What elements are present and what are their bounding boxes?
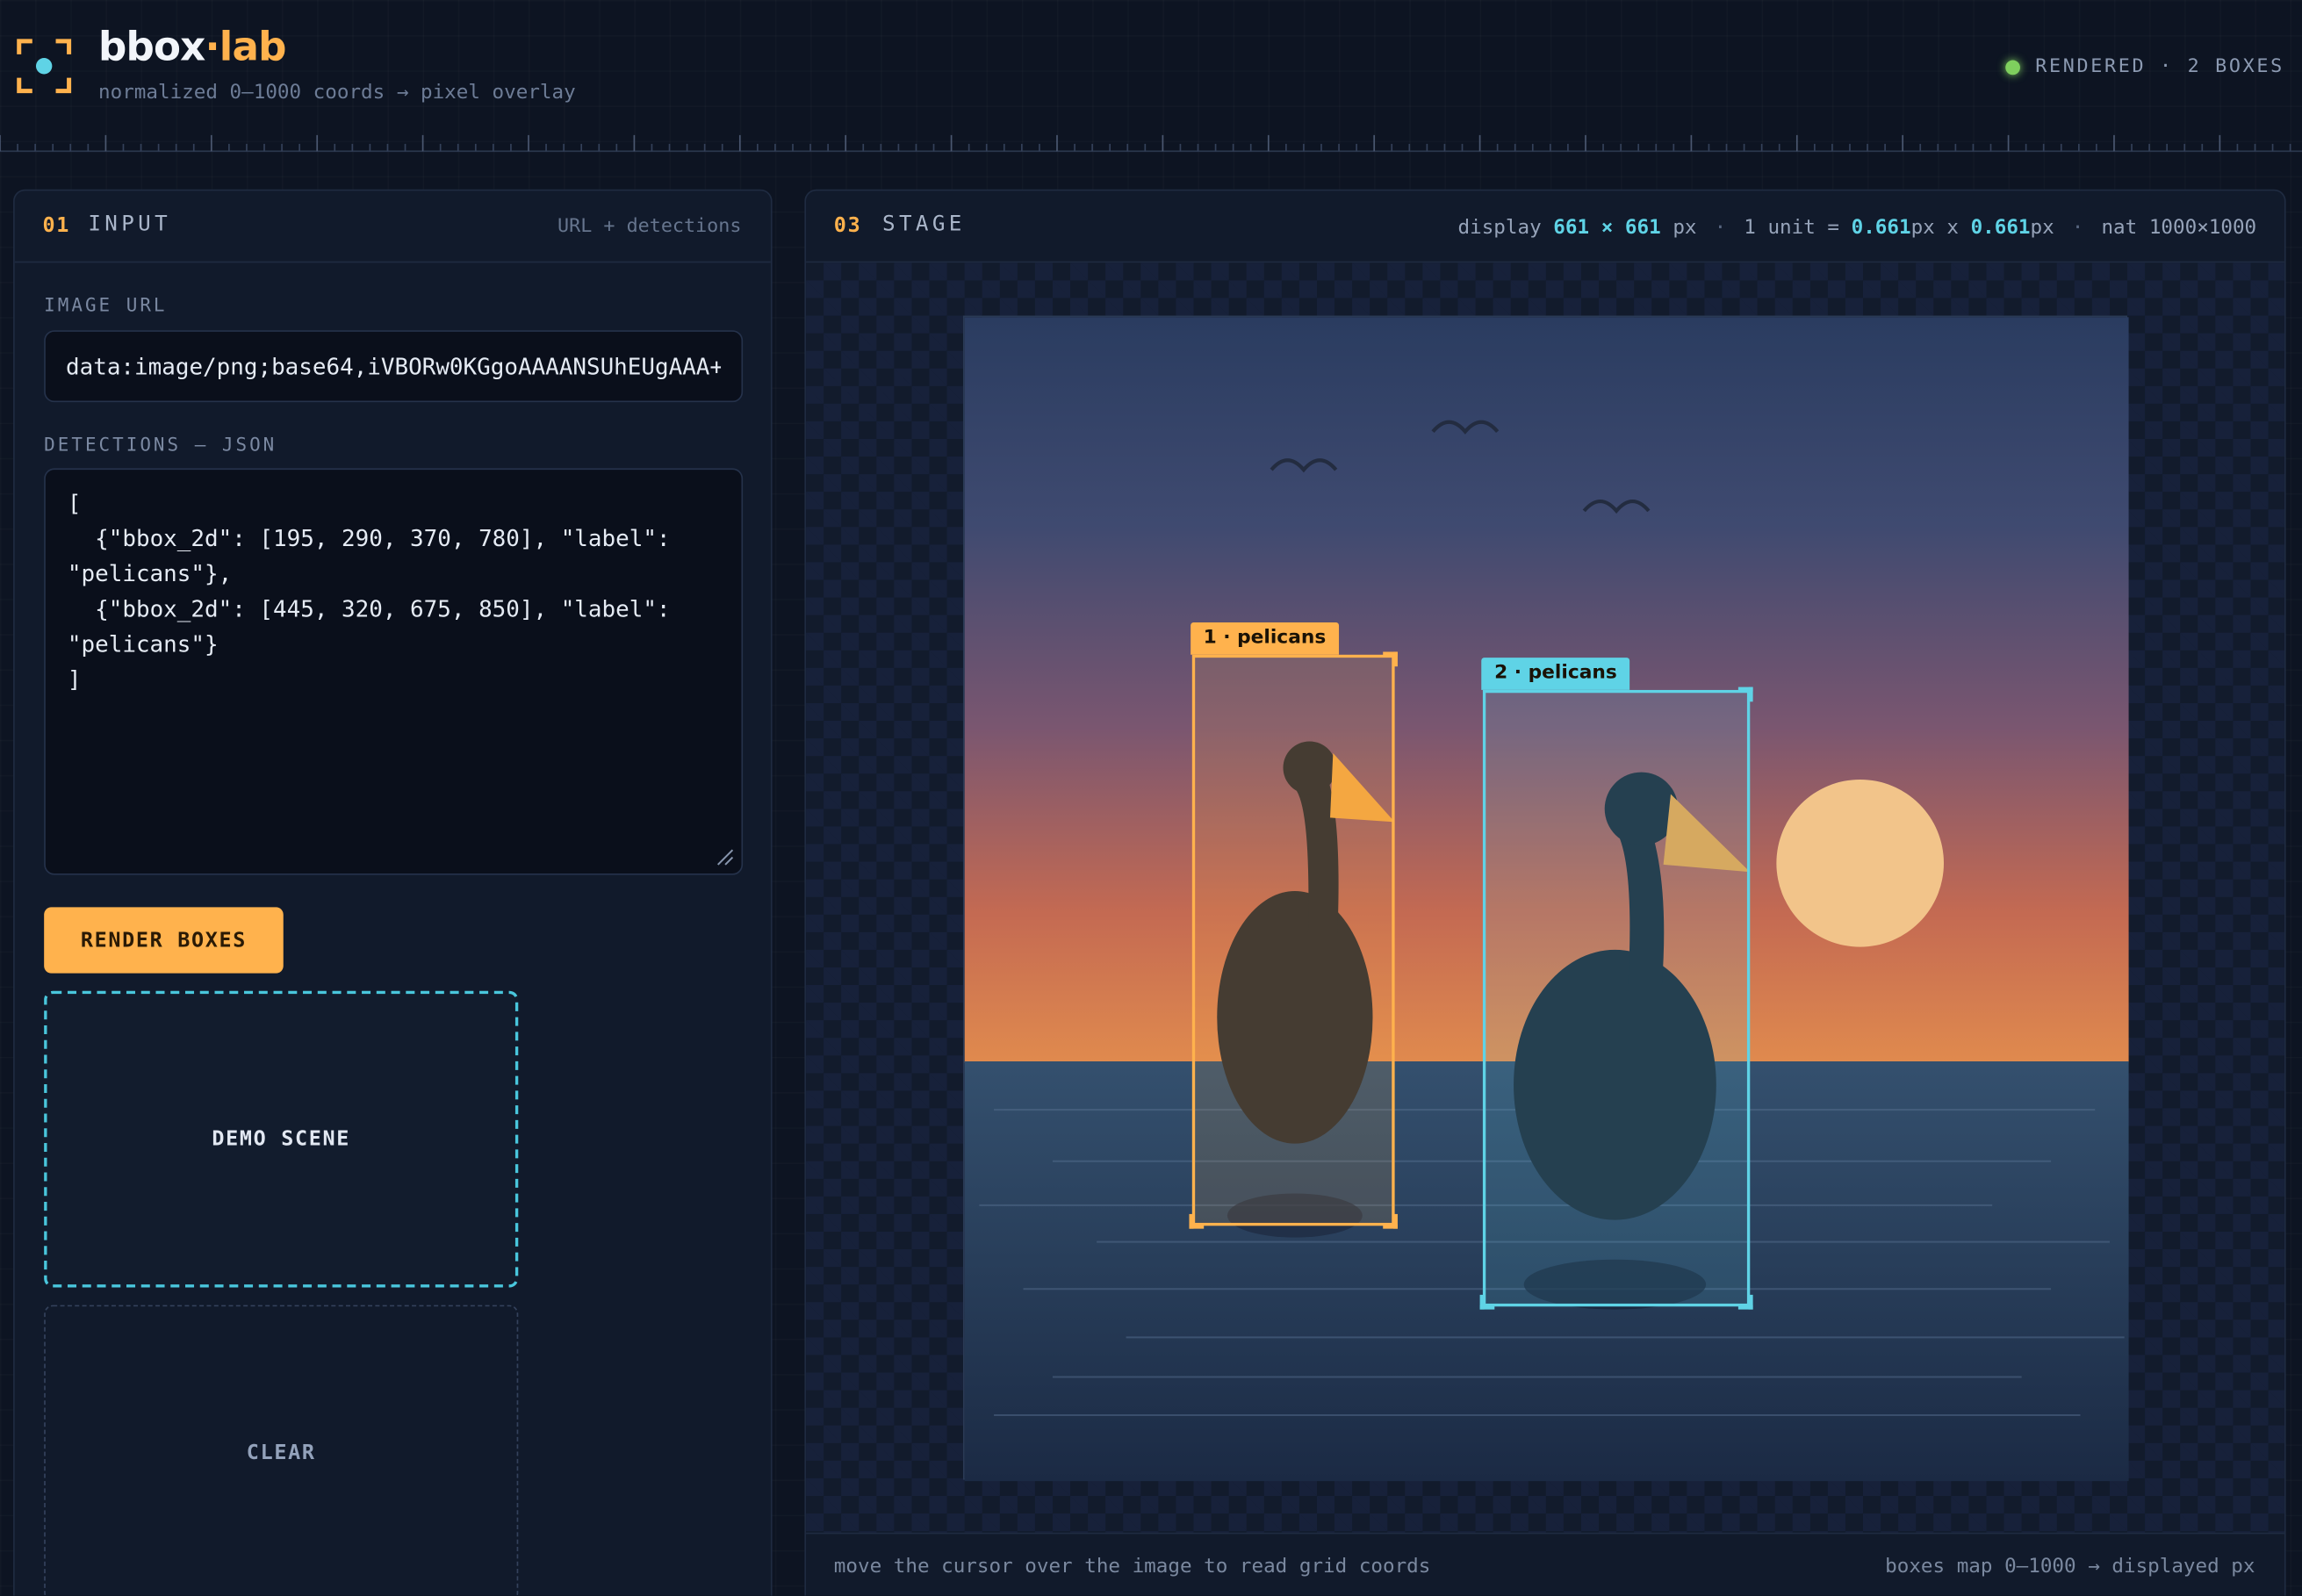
bounding-box-2[interactable]: 2 · pelicans (1479, 657, 1754, 1310)
display-width: 661 (1553, 215, 1590, 240)
metrics-separator: · (2071, 215, 2084, 240)
input-panel-hint: URL + detections (558, 215, 742, 238)
input-panel: 01 INPUT URL + detections IMAGE URL DETE… (13, 189, 773, 1596)
brand-main: bbox (98, 25, 205, 71)
stage-panel-header: 03 STAGE display 661 × 661 px · 1 unit = 0… (806, 191, 2284, 263)
unit-scale-y-suffix: px (2030, 215, 2054, 240)
brand-accent: lab (219, 25, 287, 71)
display-times: × (1601, 215, 1614, 240)
metrics-separator: · (1714, 215, 1727, 240)
top-ruler (0, 134, 2302, 153)
stage-panel: 03 STAGE display 661 × 661 px · 1 unit = 0… (804, 189, 2286, 1596)
display-metrics: display 661 × 661 px · 1 unit = 0.661px x … (1458, 216, 2257, 240)
status-dot-icon (2005, 59, 2021, 75)
clear-button[interactable]: CLEAR (44, 1305, 519, 1596)
render-boxes-button[interactable]: RENDER BOXES (44, 907, 284, 974)
corner-handle[interactable] (1738, 687, 1754, 701)
corner-handle[interactable] (1383, 1213, 1399, 1228)
stage-footer-mapping: boxes map 0–1000 → displayed px (1885, 1554, 2255, 1578)
stage-footer-hint: move the cursor over the image to read g… (833, 1554, 1431, 1578)
detections-json-input[interactable]: [ {"bbox_2d": [195, 290, 370, 780], "lab… (44, 468, 744, 875)
resize-grip-icon[interactable] (716, 849, 734, 866)
stage-panel-number: 03 (833, 214, 862, 238)
display-label: display (1457, 215, 1542, 240)
unit-scale-x: 0.661 (1851, 215, 1911, 240)
unit-label: 1 unit = (1744, 215, 1840, 240)
natural-size: nat 1000×1000 (2101, 215, 2257, 240)
bbox-label-1: 1 · pelicans (1190, 622, 1340, 655)
scene-image[interactable]: 1 · pelicans 2 · pelicans (962, 315, 2129, 1482)
unit-scale-y: 0.661 (1970, 215, 2031, 240)
app-root: bbox·lab normalized 0–1000 coords → pixe… (0, 0, 2302, 1596)
demo-scene-button[interactable]: DEMO SCENE (44, 990, 519, 1288)
viewfinder-icon (17, 39, 72, 94)
tagline: normalized 0–1000 coords → pixel overlay (98, 80, 576, 104)
display-unit: px (1673, 215, 1697, 240)
input-panel-title: INPUT (88, 212, 172, 237)
image-url-label: IMAGE URL (44, 293, 168, 316)
brand-separator: · (205, 25, 219, 71)
corner-handle[interactable] (1188, 1213, 1204, 1228)
unit-scale-x-suffix: px x (1910, 215, 1959, 240)
stage-canvas[interactable]: 1 · pelicans 2 · pelicans (806, 262, 2284, 1535)
input-panel-header: 01 INPUT URL + detections (14, 191, 771, 263)
bounding-box-1[interactable]: 1 · pelicans (1188, 622, 1399, 1228)
stage-panel-title: STAGE (881, 212, 966, 237)
display-height: 661 (1624, 215, 1661, 240)
corner-handle[interactable] (1383, 651, 1399, 667)
brand-title: bbox·lab (98, 25, 286, 70)
render-status: RENDERED · 2 BOXES (2005, 55, 2284, 78)
corner-handle[interactable] (1738, 1294, 1754, 1310)
input-panel-number: 01 (42, 214, 71, 238)
detections-json-label: DETECTIONS — JSON (44, 433, 277, 456)
image-url-input[interactable] (44, 330, 744, 403)
sun-shape (1776, 779, 1944, 947)
corner-handle[interactable] (1479, 1294, 1495, 1310)
status-text: RENDERED · 2 BOXES (2035, 55, 2284, 78)
bbox-label-2: 2 · pelicans (1481, 657, 1630, 690)
